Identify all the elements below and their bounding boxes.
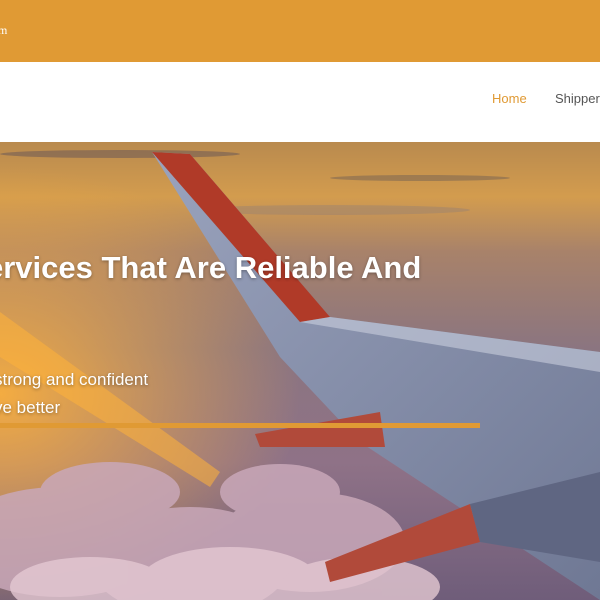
site-header: Home Shipper	[0, 62, 600, 142]
hero-title: ervices That Are Reliable And	[0, 250, 422, 285]
top-bar: m	[0, 0, 600, 62]
nav-home-link[interactable]: Home	[492, 91, 527, 106]
nav-shipper-link[interactable]: Shipper	[555, 91, 600, 106]
hero-subtitle-line-2: ve better	[0, 398, 61, 417]
hero-accent-bar	[0, 423, 480, 428]
hero-subtitle-line-1: strong and confident	[0, 370, 149, 389]
top-bar-contact-text: m	[0, 23, 8, 37]
hero-banner: ervices That Are Reliable And strong and…	[0, 142, 600, 600]
